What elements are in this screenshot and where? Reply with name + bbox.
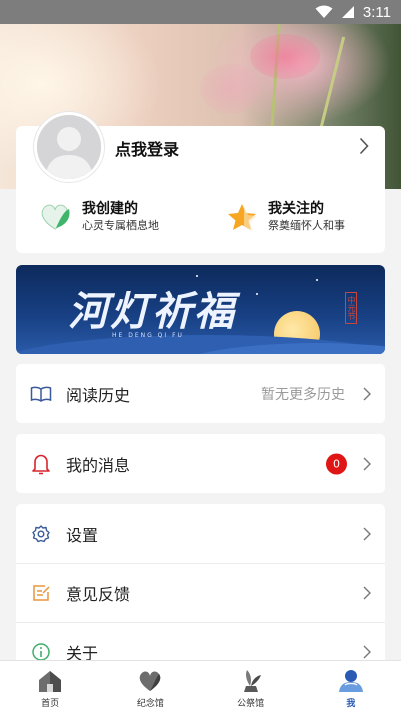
reading-history-label: 阅读历史 bbox=[66, 385, 131, 405]
tab-home[interactable]: 首页 bbox=[0, 661, 100, 710]
wifi-icon bbox=[315, 5, 333, 18]
login-link[interactable]: 点我登录 bbox=[115, 136, 179, 160]
tab-home-label: 首页 bbox=[41, 699, 60, 709]
feedback-row[interactable]: 意见反馈 bbox=[16, 563, 385, 622]
heart-leaf-icon bbox=[41, 204, 70, 230]
gear-icon bbox=[30, 523, 52, 545]
book-icon bbox=[30, 383, 52, 405]
reading-history-row[interactable]: 阅读历史 暂无更多历史 bbox=[16, 364, 385, 423]
my-followed-subtitle: 祭奠缅怀人和事 bbox=[268, 219, 345, 232]
settings-label: 设置 bbox=[66, 525, 99, 545]
heart-icon bbox=[136, 668, 164, 694]
chevron-right-icon bbox=[363, 387, 371, 400]
flower-icon bbox=[237, 668, 265, 694]
chevron-right-icon bbox=[363, 586, 371, 600]
signal-icon bbox=[341, 6, 354, 18]
status-time: 3:11 bbox=[362, 3, 391, 21]
tab-public-memorial-label: 公祭馆 bbox=[237, 699, 265, 709]
history-card: 阅读历史 暂无更多历史 bbox=[16, 364, 385, 423]
status-bar: 3:11 bbox=[0, 0, 401, 24]
my-created-subtitle: 心灵专属栖息地 bbox=[82, 219, 159, 232]
banner-seal: 中元节 bbox=[345, 292, 357, 324]
messages-card: 我的消息 0 bbox=[16, 434, 385, 493]
settings-row[interactable]: 设置 bbox=[16, 504, 385, 563]
chevron-right-icon[interactable] bbox=[359, 137, 369, 155]
chevron-right-icon bbox=[363, 527, 371, 540]
unread-count-badge: 0 bbox=[326, 453, 347, 474]
profile-card: 点我登录 我创建的 心灵专属栖息地 我关注的 祭奠缅怀人和事 bbox=[16, 112, 385, 253]
chevron-right-icon bbox=[363, 645, 371, 659]
tab-public-memorial[interactable]: 公祭馆 bbox=[201, 661, 301, 710]
banner-subtitle: HE DENG QI FU bbox=[112, 332, 184, 339]
tab-memorial-hall-label: 纪念馆 bbox=[136, 699, 164, 709]
edit-icon bbox=[30, 582, 52, 604]
tab-memorial-hall[interactable]: 纪念馆 bbox=[100, 661, 200, 710]
banner-title: 河灯祈福 bbox=[68, 288, 236, 335]
my-created-title: 我创建的 bbox=[82, 201, 138, 217]
home-icon bbox=[36, 668, 64, 694]
my-messages-row[interactable]: 我的消息 0 bbox=[16, 434, 385, 493]
lantern-blessing-banner[interactable]: 河灯祈福 HE DENG QI FU 中元节 bbox=[16, 265, 385, 354]
star-icon bbox=[228, 204, 257, 231]
chevron-right-icon bbox=[363, 457, 371, 470]
default-avatar-icon bbox=[37, 115, 101, 179]
reading-history-value: 暂无更多历史 bbox=[261, 386, 345, 403]
my-messages-label: 我的消息 bbox=[66, 455, 131, 475]
user-icon bbox=[337, 668, 365, 694]
my-created-button[interactable]: 我创建的 心灵专属栖息地 bbox=[38, 200, 159, 234]
bottom-tab-bar: 首页 纪念馆 公祭馆 我 bbox=[0, 660, 401, 710]
tab-me[interactable]: 我 bbox=[301, 661, 401, 710]
my-followed-button[interactable]: 我关注的 祭奠缅怀人和事 bbox=[226, 200, 345, 234]
avatar[interactable] bbox=[34, 112, 104, 182]
feedback-label: 意见反馈 bbox=[66, 585, 131, 604]
tab-me-label: 我 bbox=[346, 699, 356, 709]
settings-card: 设置 意见反馈 关于 bbox=[16, 504, 385, 669]
bell-icon bbox=[30, 453, 52, 475]
my-followed-title: 我关注的 bbox=[268, 201, 324, 217]
